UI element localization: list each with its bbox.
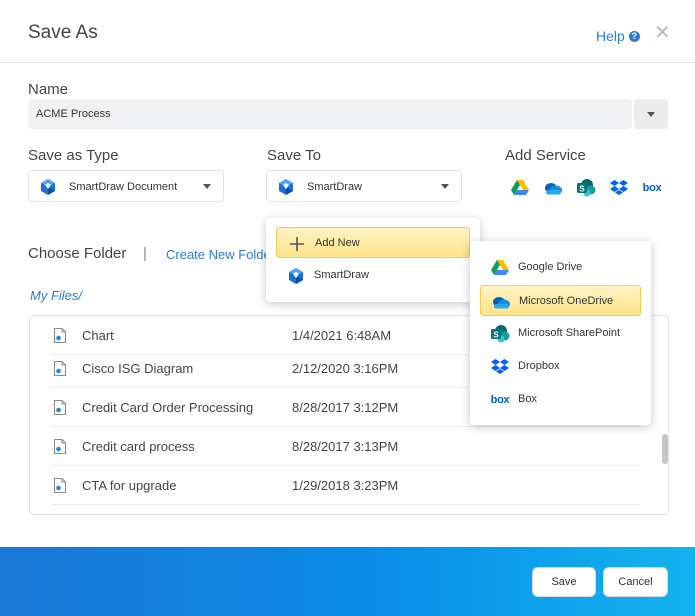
name-dropdown-button[interactable] bbox=[634, 99, 668, 129]
onedrive-icon bbox=[491, 292, 511, 312]
chevron-down-icon bbox=[203, 184, 211, 189]
svg-text:S: S bbox=[579, 185, 585, 194]
menu-item-box[interactable]: box Box bbox=[480, 384, 641, 415]
breadcrumb[interactable]: My Files/ bbox=[30, 288, 82, 303]
chevron-down-icon bbox=[441, 184, 449, 189]
close-icon[interactable]: ✕ bbox=[654, 23, 671, 43]
document-icon bbox=[54, 361, 66, 376]
menu-item-label: Add New bbox=[315, 237, 360, 249]
smartdraw-logo-icon bbox=[41, 179, 55, 195]
save-as-dialog: Save As Help ? ✕ Name Save as Type Smart… bbox=[0, 0, 695, 616]
save-as-type-label: Save as Type bbox=[28, 147, 119, 164]
file-name: Credit card process bbox=[82, 439, 195, 454]
dropbox-icon[interactable] bbox=[609, 178, 629, 198]
cancel-button[interactable]: Cancel bbox=[603, 567, 668, 597]
file-name: Chart bbox=[82, 328, 114, 343]
save-to-select[interactable]: SmartDraw bbox=[266, 170, 462, 202]
onedrive-icon[interactable] bbox=[543, 178, 563, 198]
name-label: Name bbox=[28, 81, 69, 98]
file-date: 1/4/2021 6:48AM bbox=[292, 328, 392, 343]
menu-item-dropbox[interactable]: Dropbox bbox=[480, 351, 641, 382]
save-to-menu: Add New SmartDraw bbox=[266, 218, 480, 302]
help-link[interactable]: Help ? bbox=[596, 28, 640, 44]
file-name: Credit Card Order Processing bbox=[82, 400, 254, 415]
google-drive-icon[interactable] bbox=[510, 178, 530, 198]
menu-item-sharepoint[interactable]: S Microsoft SharePoint bbox=[480, 318, 641, 349]
menu-item-label: Microsoft SharePoint bbox=[518, 327, 621, 339]
menu-item-label: Microsoft OneDrive bbox=[519, 295, 614, 307]
menu-item-google-drive[interactable]: Google Drive bbox=[480, 252, 641, 283]
save-button[interactable]: Save bbox=[532, 567, 596, 597]
box-icon: box bbox=[490, 394, 510, 406]
save-to-label: Save To bbox=[267, 147, 321, 164]
add-service-label: Add Service bbox=[505, 147, 586, 164]
separator: | bbox=[143, 245, 147, 262]
chevron-down-icon bbox=[647, 112, 655, 117]
svg-text:S: S bbox=[493, 331, 499, 340]
save-as-type-select[interactable]: SmartDraw Document bbox=[28, 170, 224, 202]
service-icon-row: S box bbox=[510, 178, 662, 198]
question-circle-icon: ? bbox=[628, 30, 640, 42]
file-name: CTA for upgrade bbox=[82, 478, 177, 493]
file-row[interactable]: Credit card process 8/28/2017 3:13PM bbox=[50, 427, 640, 466]
choose-folder-label: Choose Folder bbox=[28, 245, 127, 262]
document-icon bbox=[54, 478, 66, 493]
document-icon bbox=[54, 439, 66, 454]
sharepoint-icon: S bbox=[490, 324, 510, 344]
smartdraw-logo-icon bbox=[286, 266, 306, 286]
menu-item-smartdraw[interactable]: SmartDraw bbox=[276, 260, 470, 291]
name-input[interactable] bbox=[28, 99, 632, 129]
box-icon[interactable]: box bbox=[642, 178, 662, 198]
google-drive-icon bbox=[490, 258, 510, 278]
document-icon bbox=[54, 328, 66, 343]
dialog-footer: Save Cancel bbox=[0, 547, 695, 616]
menu-item-onedrive[interactable]: Microsoft OneDrive bbox=[480, 285, 641, 316]
smartdraw-logo-icon bbox=[279, 179, 293, 195]
menu-item-label: Google Drive bbox=[518, 261, 583, 273]
file-date: 8/28/2017 3:12PM bbox=[292, 400, 399, 415]
menu-item-add-new[interactable]: Add New bbox=[276, 227, 470, 258]
help-label: Help bbox=[596, 28, 625, 44]
file-date: 1/29/2018 3:23PM bbox=[292, 478, 399, 493]
save-as-type-value: SmartDraw Document bbox=[69, 181, 178, 193]
save-to-value: SmartDraw bbox=[307, 181, 363, 193]
menu-item-label: Dropbox bbox=[518, 360, 560, 372]
plus-icon bbox=[287, 234, 307, 254]
file-date: 8/28/2017 3:13PM bbox=[292, 439, 399, 454]
file-row[interactable]: CTA for upgrade 1/29/2018 3:23PM bbox=[50, 466, 640, 505]
dialog-title: Save As bbox=[28, 22, 98, 43]
create-new-folder-link[interactable]: Create New Folder bbox=[166, 247, 275, 262]
services-menu: Google Drive Microsoft OneDrive S Micros… bbox=[470, 241, 651, 425]
file-name: Cisco ISG Diagram bbox=[82, 361, 194, 376]
menu-item-label: SmartDraw bbox=[314, 269, 370, 281]
sharepoint-icon[interactable]: S bbox=[576, 178, 596, 198]
dialog-header: Save As Help ? ✕ bbox=[0, 0, 695, 63]
menu-item-label: Box bbox=[518, 393, 537, 405]
scrollbar-thumb[interactable] bbox=[662, 434, 668, 464]
dropbox-icon bbox=[490, 357, 510, 377]
document-icon bbox=[54, 400, 66, 415]
file-date: 2/12/2020 3:16PM bbox=[292, 361, 399, 376]
